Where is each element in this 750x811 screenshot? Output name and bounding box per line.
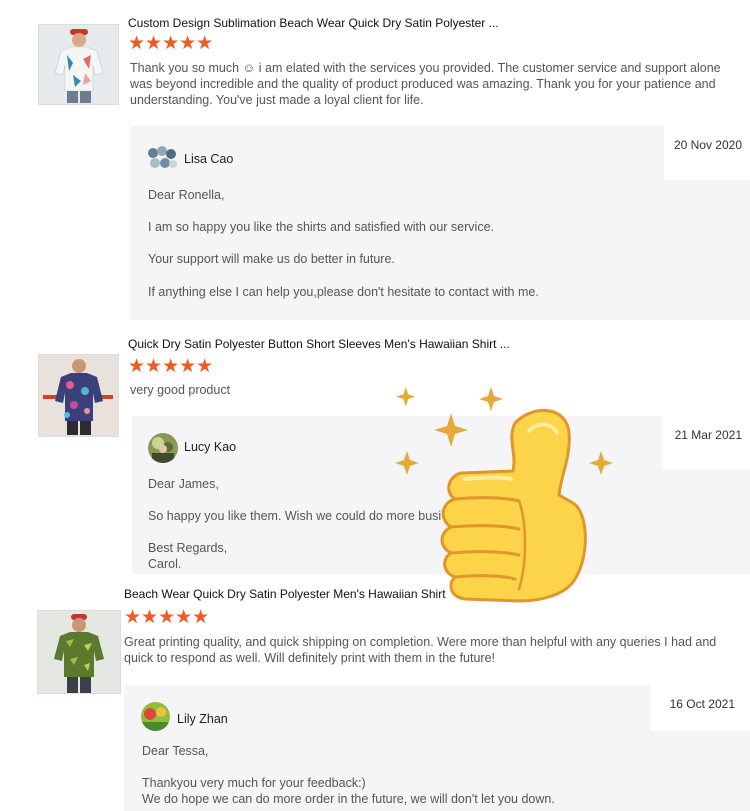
reply-line: Best Regards, [148,541,228,555]
seller-reply: 16 Oct 2021 Lily Zhan Dear Tessa, Thanky… [124,685,750,811]
review-text: Great printing quality, and quick shippi… [124,634,744,666]
reply-line: I am so happy you like the shirts and sa… [148,220,494,234]
reply-date: 16 Oct 2021 [650,685,750,731]
review-text: Thank you so much ☺ i am elated with the… [130,60,740,108]
star-rating: ★★★★★ [128,356,214,377]
seller-avatar [141,702,170,731]
product-thumbnail[interactable] [38,354,119,437]
product-title[interactable]: Quick Dry Satin Polyester Button Short S… [128,337,510,351]
reply-line: Dear Ronella, [148,188,225,202]
reply-line: We do hope we can do more order in the f… [142,792,555,806]
reply-line: If anything else I can help you,please d… [148,285,539,299]
seller-avatar [147,145,177,171]
reply-line: Thankyou very much for your feedback:) [142,776,366,790]
product-thumbnail[interactable] [37,610,121,694]
seller-reply: 20 Nov 2020 Lisa Cao Dear Ronella, I am … [130,126,750,320]
reply-line: Dear Tessa, [142,744,209,758]
reply-date: 21 Mar 2021 [662,416,750,470]
review-text-line: understanding. You've just made a loyal … [130,93,424,107]
review-text-line: was beyond incredible and the quality of… [130,77,716,91]
sparkle-icon [395,387,613,475]
seller-name: Lily Zhan [177,712,228,726]
review-text-line: Great printing quality, and quick shippi… [124,635,717,649]
thumbs-up-icon [395,383,620,608]
review-text-line: quick to respond as well. Will definitel… [124,651,496,665]
seller-name: Lucy Kao [184,440,237,454]
reply-line: Your support will make us do better in f… [148,252,395,266]
review-card: Quick Dry Satin Polyester Button Short S… [0,330,750,580]
star-rating: ★★★★★ [128,33,214,54]
review-card: Custom Design Sublimation Beach Wear Qui… [0,0,750,322]
product-title[interactable]: Custom Design Sublimation Beach Wear Qui… [128,16,499,30]
seller-name: Lisa Cao [184,152,234,166]
reply-line: Carol. [148,557,182,571]
star-rating: ★★★★★ [124,607,210,628]
reply-date: 20 Nov 2020 [664,126,750,180]
review-card: Beach Wear Quick Dry Satin Polyester Men… [0,580,750,811]
product-thumbnail[interactable] [38,24,119,105]
review-text-line: Thank you so much ☺ i am elated with the… [130,61,721,75]
seller-avatar [148,433,178,463]
reply-line: Dear James, [148,477,219,491]
